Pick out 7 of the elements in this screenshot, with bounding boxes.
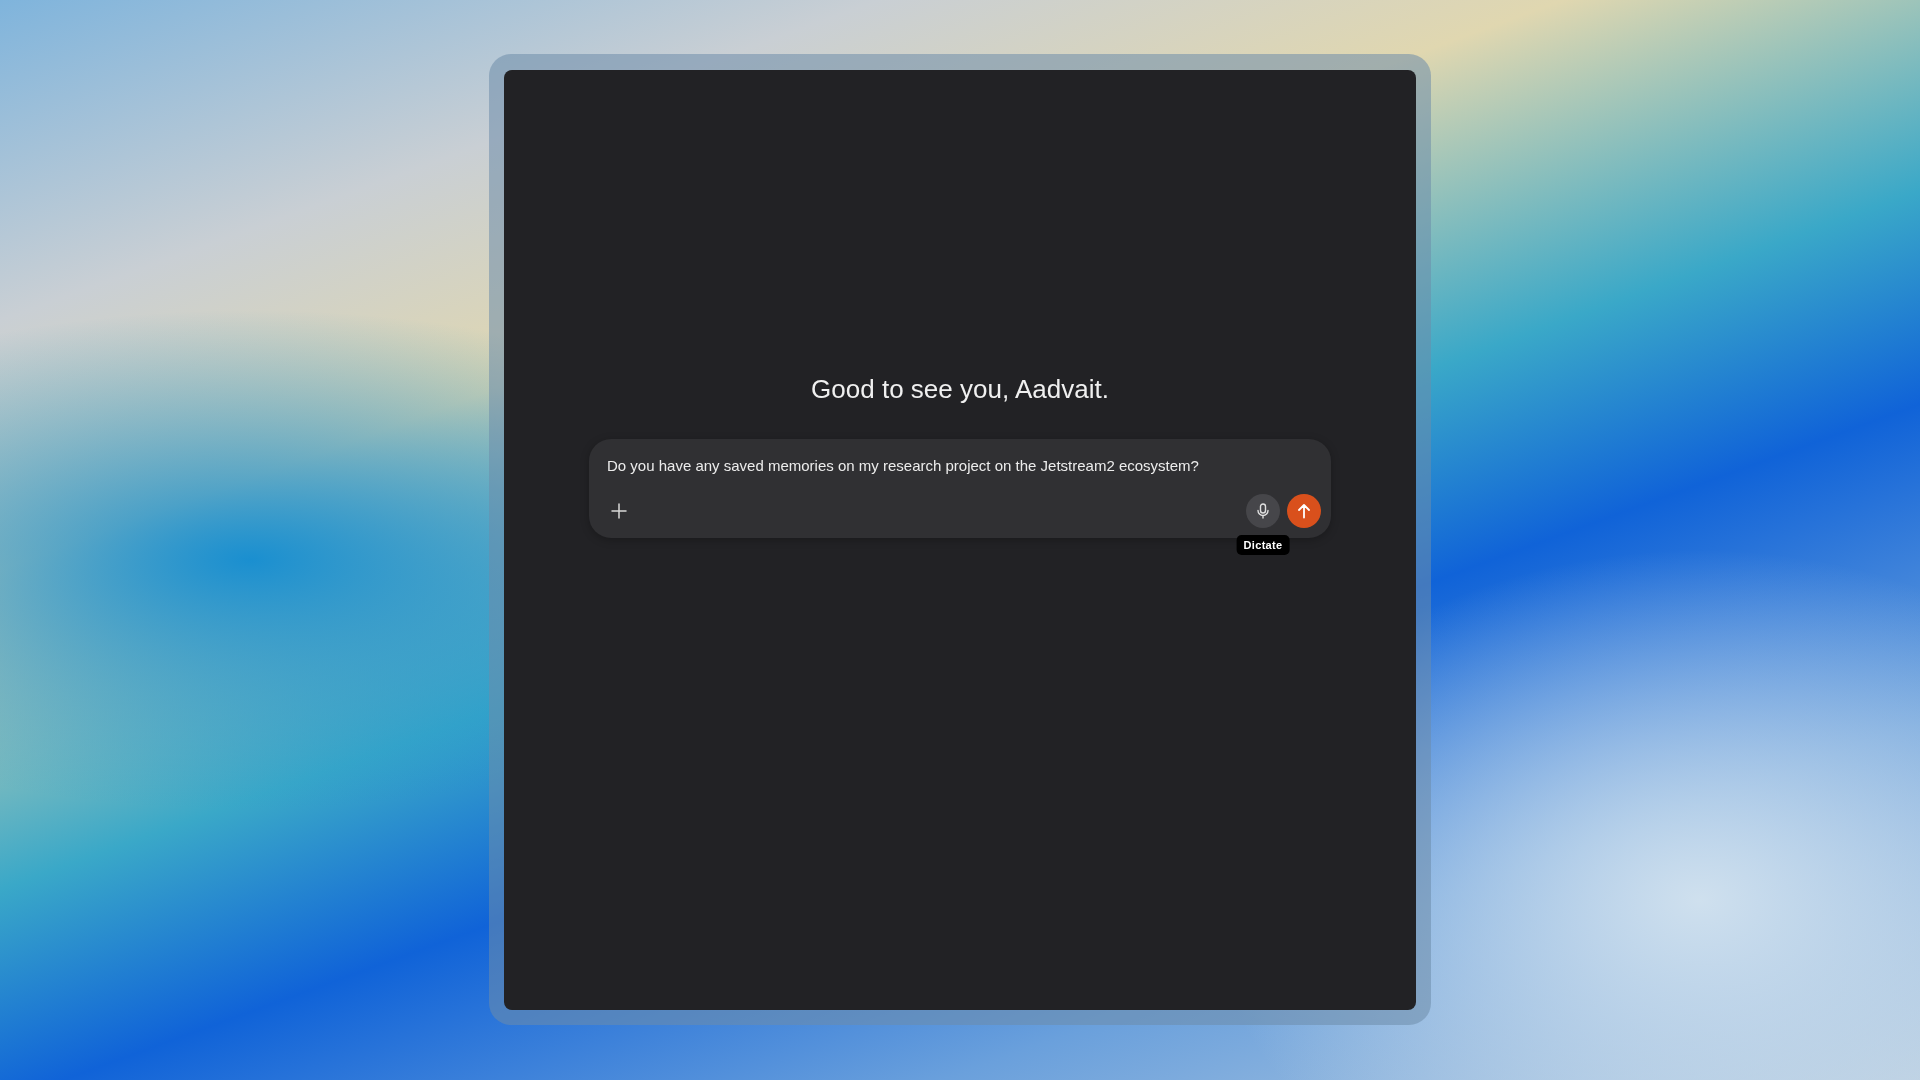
tooltip: Dictate: [1236, 535, 1290, 555]
send-button[interactable]: [1287, 494, 1321, 528]
plus-icon[interactable]: [611, 503, 627, 519]
greeting-heading: Good to see you, Aadvait.: [811, 374, 1109, 405]
message-field[interactable]: Do you have any saved memories on my research project on the Jetstream2 ecosystem?: [607, 453, 1321, 478]
microphone-icon: [1256, 503, 1270, 519]
arrow-up-icon: [1297, 503, 1311, 519]
